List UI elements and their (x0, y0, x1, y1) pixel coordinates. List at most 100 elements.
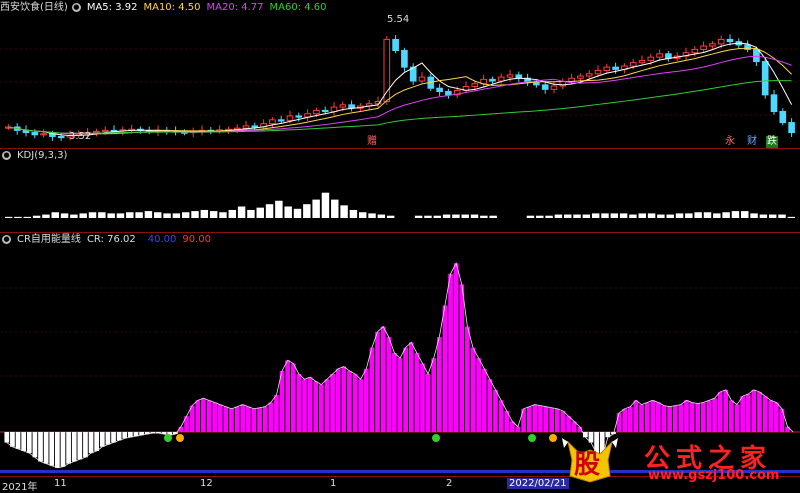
cr-bar (560, 410, 566, 432)
kdj-bar (51, 212, 59, 218)
kdj-bar (98, 212, 106, 218)
kdj-bar (172, 213, 181, 218)
cr-bar (476, 358, 481, 432)
cr-bar (60, 432, 66, 467)
cr-bar (201, 398, 206, 432)
cr-bar (762, 396, 768, 432)
settings-circle-icon[interactable]: ● (71, 2, 81, 12)
cr-bar (245, 406, 251, 432)
kdj-bar (219, 212, 227, 218)
cr-bar (650, 400, 656, 432)
watermark: 股 公式之家 www.gszj100.com (560, 436, 800, 484)
kdj-bar (759, 214, 768, 218)
candlestick-chart[interactable] (0, 16, 800, 148)
candle (506, 74, 514, 78)
cr-bar (234, 406, 240, 432)
candle (585, 73, 593, 77)
kdj-bar (126, 212, 134, 218)
settings-circle-icon[interactable]: ● (2, 150, 11, 160)
ma60-label: MA60: 4.60 (269, 2, 327, 13)
cr-bar (481, 368, 487, 432)
cr-bar (740, 396, 745, 432)
kdj-bar (424, 215, 432, 218)
kdj-bar (601, 213, 609, 218)
cr-bar (554, 408, 560, 432)
signal-marker[interactable]: 跌 (766, 136, 778, 148)
kdj-bar (88, 212, 97, 218)
cr-bar (26, 432, 32, 454)
candle (286, 115, 294, 121)
cr-bar (521, 408, 526, 432)
kdj-bar (787, 216, 796, 218)
cr-bar (757, 391, 762, 432)
kdj-bar (386, 215, 395, 218)
kdj-bar (303, 204, 311, 218)
cr-bar (212, 402, 217, 432)
candle (101, 129, 109, 133)
candle (638, 59, 646, 64)
candle (93, 130, 100, 134)
cr-bar (672, 405, 678, 432)
cr-bar (296, 374, 302, 432)
kdj-bar-chart[interactable] (0, 164, 800, 232)
candle (401, 50, 408, 68)
cr-bar (116, 432, 122, 441)
kdj-bar (610, 213, 619, 218)
settings-circle-icon[interactable]: ● (2, 234, 11, 244)
date-tick: 2021年 (2, 482, 38, 493)
signal-marker[interactable]: 财 (746, 136, 758, 148)
candle (392, 38, 399, 51)
candle (700, 45, 707, 50)
kdj-bar (433, 215, 441, 218)
kdj-bar (582, 214, 591, 218)
kdj-bar (629, 214, 637, 218)
kdj-bar (247, 209, 255, 218)
cr-bar (4, 432, 10, 443)
cr-bar (695, 403, 701, 432)
candle (321, 109, 329, 113)
cr-bar (49, 432, 55, 466)
cr-bar (15, 432, 21, 449)
candle (665, 53, 672, 59)
kdj-bar (349, 209, 358, 218)
cr-bar (375, 331, 380, 432)
cr-bar (32, 432, 38, 458)
cr-bar (307, 377, 313, 432)
cr-bar (94, 432, 100, 451)
kdj-bar (42, 214, 50, 218)
candle (31, 132, 39, 136)
cr-bar (448, 273, 453, 432)
candle (436, 87, 443, 93)
cr-bar (639, 404, 644, 432)
cr-bar (380, 326, 386, 432)
signal-marker[interactable]: 永 (724, 136, 736, 148)
cr-bar (684, 400, 689, 432)
cr-bar (712, 398, 717, 432)
cr-bar (633, 400, 639, 432)
signal-marker[interactable]: 赠 (366, 136, 378, 148)
candle (418, 76, 426, 82)
candle (242, 125, 250, 129)
candle (647, 56, 655, 61)
cr-bar (128, 432, 133, 438)
cr-bar (661, 405, 667, 432)
cr-bar (223, 406, 229, 432)
cr-bar (465, 326, 470, 432)
cr-bar (10, 432, 15, 447)
cr-bar (436, 337, 442, 432)
kdj-bar (647, 213, 656, 218)
cr-bar (717, 391, 723, 432)
kdj-bar (256, 207, 264, 218)
cr-bar (189, 405, 195, 432)
date-tick: 1 (330, 478, 337, 489)
cr-bar (700, 402, 706, 432)
date-tick: 12 (200, 478, 213, 489)
cr-bar (773, 402, 779, 432)
cr-value: CR: 76.02 (86, 234, 136, 245)
candle (489, 78, 496, 82)
signal-icon (549, 434, 557, 442)
candle (330, 106, 338, 113)
date-tick: 2 (446, 478, 453, 489)
ma20-label: MA20: 4.77 (206, 2, 264, 13)
kdj-bar (452, 214, 460, 218)
